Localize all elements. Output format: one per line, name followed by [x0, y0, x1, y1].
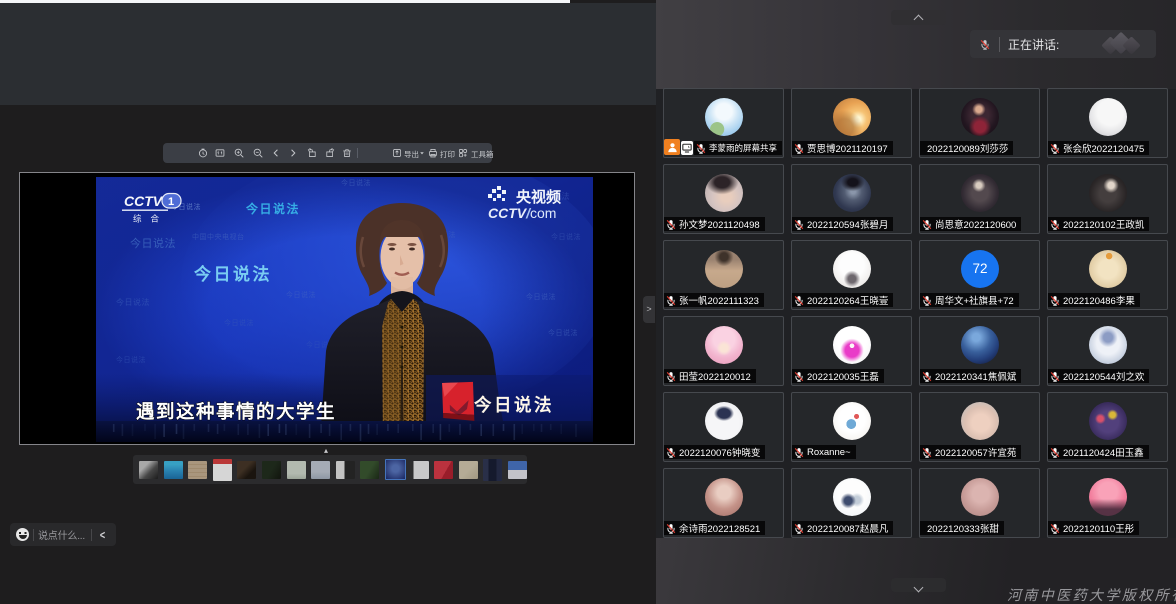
svg-text:今日说法: 今日说法 — [245, 201, 300, 216]
svg-text:遇到这种事情的大学生: 遇到这种事情的大学生 — [136, 401, 336, 422]
svg-text:CCTV: CCTV — [124, 193, 164, 209]
svg-text:今日说法: 今日说法 — [551, 232, 581, 241]
svg-text:今日说法: 今日说法 — [194, 264, 272, 284]
svg-text:今日说法: 今日说法 — [224, 318, 254, 327]
svg-text:央视频: 央视频 — [516, 188, 561, 206]
svg-text:今日说法: 今日说法 — [116, 297, 150, 307]
svg-text:1: 1 — [168, 196, 174, 208]
svg-text:今日说法: 今日说法 — [526, 292, 556, 301]
svg-text:今日说法: 今日说法 — [341, 178, 371, 187]
svg-text:中国中央电视台: 中国中央电视台 — [192, 232, 245, 241]
svg-text:今日说法: 今日说法 — [473, 395, 554, 415]
svg-text:今日说法: 今日说法 — [130, 236, 176, 250]
svg-text:综合: 综合 — [133, 214, 168, 224]
svg-text:CCTV/com: CCTV/com — [488, 205, 556, 221]
svg-text:今日说法: 今日说法 — [116, 355, 146, 364]
svg-text:今日说法: 今日说法 — [286, 290, 316, 299]
svg-text:今日说法: 今日说法 — [548, 328, 578, 337]
